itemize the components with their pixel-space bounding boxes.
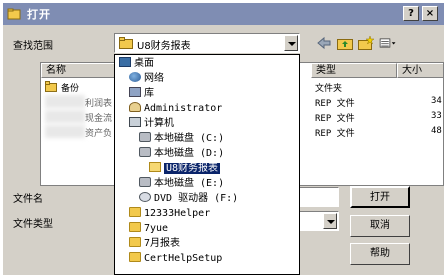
file-type: REP 文件 (315, 129, 355, 139)
dropdown-item-drive-c[interactable]: 本地磁盘 (C:) (139, 132, 224, 146)
file-name-label: 文件名 (13, 194, 43, 205)
dropdown-item-library[interactable]: 库 (129, 87, 154, 101)
look-in-combo[interactable]: U8财务报表 (114, 33, 300, 53)
folder-icon (129, 237, 141, 247)
dropdown-item-network[interactable]: 网络 (129, 72, 164, 86)
look-in-value: U8财务报表 (137, 41, 191, 52)
drive-icon (139, 132, 151, 142)
file-name: 利润表 (85, 99, 113, 109)
dropdown-item-drive-e[interactable]: 本地磁盘 (E:) (139, 177, 224, 191)
cancel-button[interactable]: 取消 (350, 215, 410, 237)
file-size: 33 (431, 111, 442, 121)
new-folder-icon[interactable] (357, 35, 375, 51)
drive-icon (139, 177, 151, 187)
open-button[interactable]: 打开 (350, 186, 410, 208)
column-header-size[interactable]: 大小 (397, 63, 443, 78)
dropdown-item-7yue-reports[interactable]: 7月报表 (129, 237, 180, 251)
file-type: REP 文件 (315, 114, 355, 124)
dropdown-item-dvd-f[interactable]: DVD 驱动器 (F:) (139, 192, 238, 206)
dropdown-item-desktop[interactable]: 桌面 (119, 57, 154, 71)
file-icon-blurred (45, 95, 85, 108)
chevron-down-icon[interactable] (323, 213, 337, 229)
folder-icon (129, 207, 141, 217)
view-menu-icon[interactable] (379, 35, 397, 51)
computer-icon (129, 117, 141, 127)
dropdown-item-certhelpsetup[interactable]: CertHelpSetup (129, 252, 222, 266)
dropdown-item-drive-d[interactable]: 本地磁盘 (D:) (139, 147, 224, 161)
help-title-button[interactable]: ? (403, 6, 419, 21)
dropdown-item-12333helper[interactable]: 12333Helper (129, 207, 210, 221)
folder-icon (119, 37, 133, 49)
folder-open-icon (149, 162, 161, 172)
desktop-icon (119, 57, 131, 67)
back-arrow-icon[interactable] (315, 35, 333, 51)
dropdown-item-u8-reports[interactable]: U8财务报表 (149, 162, 222, 176)
file-type-select[interactable] (299, 211, 339, 231)
file-type-label: 文件类型 (13, 219, 53, 230)
drive-icon (139, 147, 151, 157)
dropdown-item-7yue[interactable]: 7yue (129, 222, 168, 236)
title-bar: 打开 ? × (3, 3, 444, 25)
window-title: 打开 (27, 8, 51, 21)
file-name-field[interactable] (299, 187, 339, 207)
close-button[interactable]: × (422, 6, 438, 21)
network-icon (129, 72, 141, 82)
folder-icon (129, 222, 141, 232)
file-size: 34 (431, 96, 442, 106)
file-type: REP 文件 (315, 99, 355, 109)
user-folder-icon (129, 102, 141, 112)
help-button[interactable]: 帮助 (350, 243, 410, 265)
chevron-down-icon[interactable] (284, 35, 298, 51)
column-header-type[interactable]: 类型 (311, 63, 397, 78)
folder-app-icon (7, 8, 21, 20)
file-type: 文件夹 (315, 84, 343, 94)
file-name: 备份 (61, 84, 80, 94)
library-icon (129, 87, 141, 97)
file-icon-blurred (45, 125, 85, 138)
file-icon-blurred (45, 110, 85, 123)
folder-icon (45, 81, 57, 92)
file-name: 现金流 (85, 114, 113, 124)
up-folder-icon[interactable] (336, 35, 354, 51)
dvd-drive-icon (139, 192, 151, 202)
look-in-dropdown-list[interactable]: 桌面 网络 库 Administrator 计算机 本地磁盘 (C:) 本地磁盘… (114, 54, 300, 275)
dropdown-item-administrator[interactable]: Administrator (129, 102, 222, 116)
dropdown-item-computer[interactable]: 计算机 (129, 117, 174, 131)
file-name: 资产负 (85, 129, 113, 139)
folder-icon (129, 252, 141, 262)
look-in-label: 查找范围 (13, 41, 53, 52)
file-size: 48 (431, 126, 442, 136)
